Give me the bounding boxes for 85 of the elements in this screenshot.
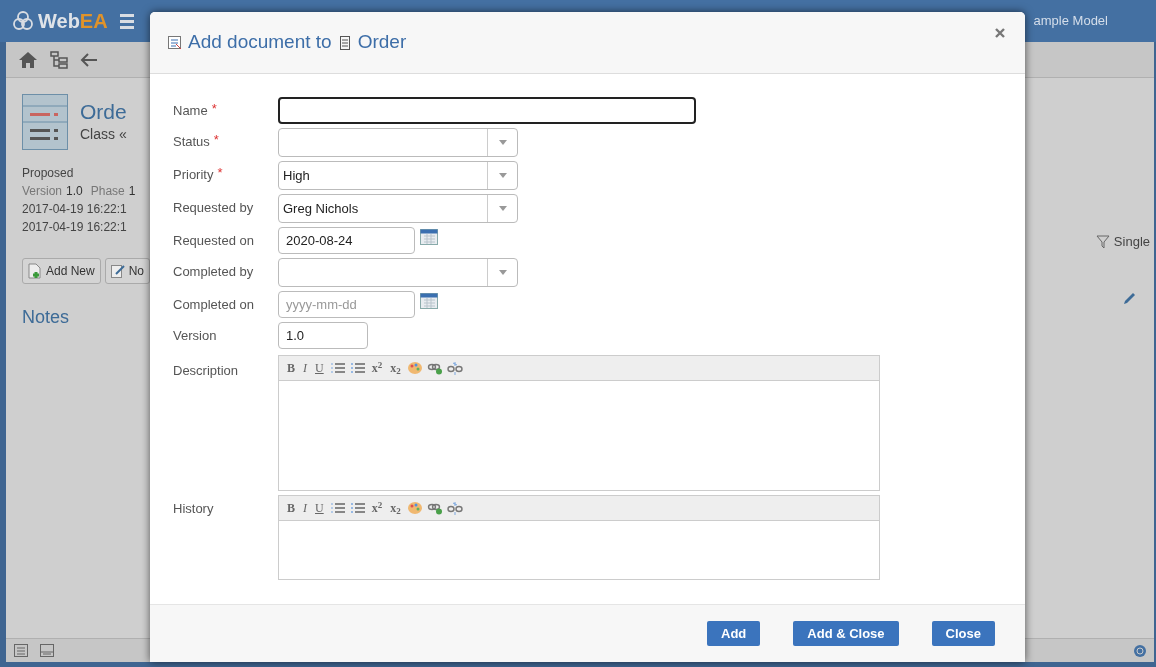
bold-button[interactable]: B [285, 502, 297, 514]
modified-date: 2017-04-19 16:22:1 [22, 219, 128, 236]
dialog-title: Add document to [188, 30, 332, 55]
subscript-button[interactable]: x$_{2}$ [388, 362, 403, 374]
model-name: ample Model [1033, 12, 1108, 31]
palette-icon[interactable] [406, 361, 423, 375]
rich-text-editor[interactable]: B I U x$^{2}$ x$_{2}$ [278, 495, 880, 580]
field-label: Version [173, 327, 218, 345]
user-icon[interactable] [1134, 644, 1146, 657]
field-label: Requested by [173, 199, 255, 217]
rich-text-editor[interactable]: B I U x$^{2}$ x$_{2}$ [278, 355, 880, 491]
palette-icon[interactable] [406, 501, 423, 515]
required-mark: * [217, 164, 223, 182]
dialog-button[interactable]: Add [707, 621, 761, 646]
field-label: Completed on [173, 296, 255, 314]
subscript-button[interactable]: x$_{2}$ [388, 502, 403, 514]
caret-icon [498, 270, 507, 275]
tree-icon[interactable] [50, 50, 68, 69]
element-status: Proposed [22, 165, 75, 182]
bold-button[interactable]: B [285, 362, 297, 374]
dropdown-field[interactable] [278, 258, 518, 287]
link-icon[interactable] [426, 501, 443, 515]
logo-icon [12, 10, 34, 32]
menu-icon[interactable] [119, 13, 134, 29]
caret-icon [498, 173, 507, 178]
created-date: 2017-04-19 16:22:1 [22, 201, 128, 218]
field-label: Priority [173, 166, 214, 184]
list-icon[interactable] [14, 644, 28, 657]
home-icon[interactable] [18, 50, 38, 69]
superscript-button[interactable]: x$^{2}$ [369, 502, 385, 514]
filter-icon [1095, 234, 1110, 249]
text-field[interactable]: 1.0 [278, 322, 368, 349]
phase-value: 1 [128, 183, 136, 200]
numbered-list-icon[interactable] [329, 501, 346, 515]
italic-button[interactable]: I [301, 502, 309, 514]
date-field[interactable]: 2020-08-24 [278, 227, 415, 254]
text-field[interactable] [278, 97, 696, 124]
phase-label: Phase [90, 183, 125, 200]
class-icon [22, 94, 68, 150]
class-icon [339, 35, 350, 50]
close-icon[interactable] [995, 28, 1005, 38]
version-label: Version [22, 183, 63, 200]
field-label: Completed by [173, 263, 255, 281]
date-field[interactable]: yyyy-mm-dd [278, 291, 415, 318]
document-icon [168, 35, 182, 50]
unlink-icon[interactable] [446, 361, 463, 375]
field-label: History [173, 500, 215, 518]
panel-icon[interactable] [40, 644, 54, 657]
superscript-button[interactable]: x$^{2}$ [369, 362, 385, 374]
field-label: Requested on [173, 232, 255, 250]
dialog-button[interactable]: Close [931, 621, 995, 646]
app-logo: WebEA [38, 9, 108, 34]
calendar-icon[interactable] [420, 291, 438, 309]
bullet-list-icon[interactable] [349, 501, 366, 515]
pencil-icon[interactable] [1122, 291, 1136, 306]
caret-icon [498, 140, 507, 145]
field-label: Status [173, 133, 210, 151]
calendar-icon[interactable] [420, 227, 438, 245]
underline-button[interactable]: U [313, 502, 326, 514]
filter-toggle[interactable]: Single [1095, 232, 1150, 252]
dropdown-field[interactable]: Greg Nichols [278, 194, 518, 223]
section-title: Notes [22, 306, 71, 329]
unlink-icon[interactable] [446, 501, 463, 515]
note-icon [110, 264, 125, 278]
link-icon[interactable] [426, 361, 443, 375]
dropdown-field[interactable]: High [278, 161, 518, 190]
numbered-list-icon[interactable] [329, 361, 346, 375]
required-mark: * [213, 131, 219, 149]
dialog-button[interactable]: Add & Close [793, 621, 899, 646]
caret-icon [498, 206, 507, 211]
back-icon[interactable] [80, 51, 98, 68]
add-file-icon [28, 263, 42, 279]
dialog-title-target[interactable]: Order [357, 28, 407, 57]
dropdown-field[interactable] [278, 128, 518, 157]
version-value: 1.0 [66, 183, 83, 200]
action-button[interactable]: No [104, 258, 151, 284]
element-type: Class « [80, 125, 127, 144]
element-name: Orde [80, 100, 127, 124]
action-button[interactable]: Add New [22, 258, 101, 284]
underline-button[interactable]: U [313, 362, 326, 374]
field-label: Description [173, 362, 240, 380]
field-label: Name [173, 102, 208, 120]
bullet-list-icon[interactable] [349, 361, 366, 375]
required-mark: * [211, 100, 217, 118]
italic-button[interactable]: I [301, 362, 309, 374]
